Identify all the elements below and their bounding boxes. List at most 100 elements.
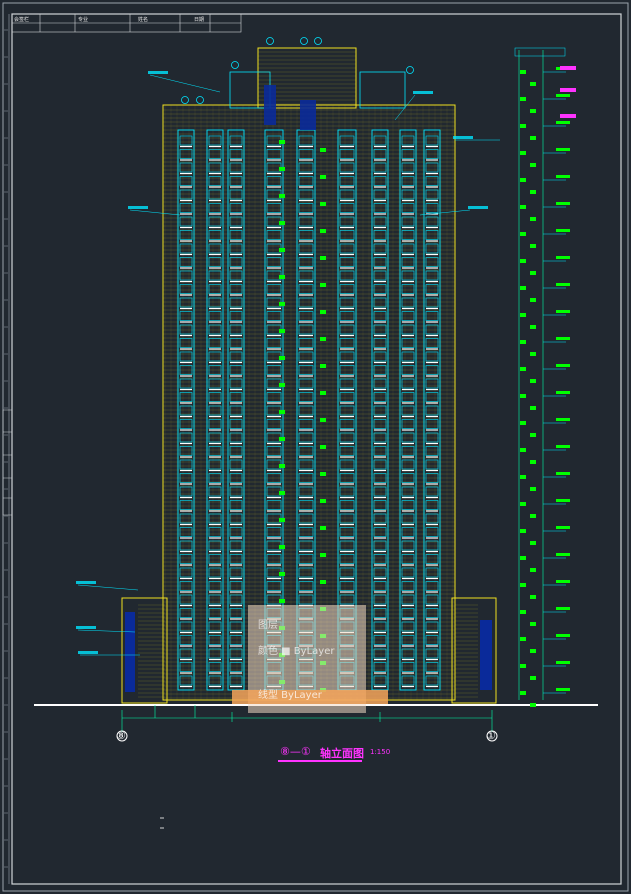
- window-pane: [229, 419, 243, 429]
- window-pane: [339, 324, 355, 335]
- elevation-marker: [530, 109, 536, 113]
- floor-marker: [279, 518, 285, 522]
- window-pane: [208, 405, 222, 416]
- title-underline: [278, 760, 362, 762]
- elevation-marker: [520, 259, 526, 263]
- window-pane: [298, 567, 314, 578]
- annotation-text-mark: [78, 651, 98, 654]
- elevation-marker: [520, 421, 526, 425]
- window-pane: [339, 392, 355, 402]
- window-pane: [229, 297, 243, 308]
- window-pane: [425, 662, 439, 672]
- window-pane: [298, 378, 314, 389]
- window-pane: [339, 243, 355, 254]
- window-pane: [373, 419, 387, 429]
- window-pane: [425, 162, 439, 173]
- window-pane: [425, 392, 439, 402]
- window-pane: [208, 135, 222, 146]
- elevation-value-mark: [556, 580, 570, 583]
- elevation-value-mark: [556, 337, 570, 340]
- window-pane: [208, 608, 222, 618]
- window-pane: [425, 608, 439, 618]
- window-pane: [229, 176, 243, 186]
- elevation-value-mark: [556, 310, 570, 313]
- window-pane: [425, 230, 439, 240]
- window-pane: [208, 419, 222, 429]
- window-pane: [373, 459, 387, 470]
- window-pane: [208, 284, 222, 294]
- window-pane: [229, 608, 243, 618]
- window-pane: [298, 351, 314, 362]
- window-pane: [208, 432, 222, 443]
- window-pane: [208, 189, 222, 200]
- window-pane: [229, 162, 243, 173]
- window-pane: [179, 324, 193, 335]
- glazing-panel: [300, 100, 316, 130]
- elevation-marker: [520, 286, 526, 290]
- window-pane: [425, 176, 439, 186]
- annotation-leader: [149, 74, 221, 93]
- window-pane: [229, 378, 243, 389]
- window-pane: [229, 230, 243, 240]
- window-pane: [339, 419, 355, 429]
- window-pane: [298, 203, 314, 213]
- window-pane: [373, 554, 387, 564]
- window-pane: [208, 527, 222, 537]
- window-pane: [401, 351, 415, 362]
- window-pane: [179, 230, 193, 240]
- window-pane: [401, 540, 415, 551]
- floor-marker: [320, 418, 326, 422]
- window-pane: [179, 297, 193, 308]
- elevation-marker: [520, 610, 526, 614]
- window-pane: [208, 378, 222, 389]
- window-pane: [208, 635, 222, 645]
- window-pane: [229, 311, 243, 321]
- window-pane: [179, 392, 193, 402]
- floor-marker: [320, 148, 326, 152]
- window-pane: [373, 176, 387, 186]
- window-pane: [373, 243, 387, 254]
- window-pane: [373, 162, 387, 173]
- window-pane: [179, 189, 193, 200]
- window-pane: [425, 621, 439, 632]
- elevation-value-mark: [556, 175, 570, 178]
- elevation-marker: [520, 502, 526, 506]
- elevation-marker: [530, 595, 536, 599]
- elevation-marker: [520, 394, 526, 398]
- window-pane: [229, 594, 243, 605]
- elevation-value-mark: [556, 256, 570, 259]
- window-pane: [339, 351, 355, 362]
- window-pane: [401, 486, 415, 497]
- window-pane: [339, 189, 355, 200]
- elevation-marker: [530, 703, 536, 707]
- window-pane: [179, 176, 193, 186]
- axis-label-left: ⑧: [116, 729, 126, 742]
- window-pane: [373, 392, 387, 402]
- window-pane: [298, 527, 314, 537]
- window-pane: [401, 378, 415, 389]
- elevation-marker: [520, 151, 526, 155]
- window-pane: [373, 527, 387, 537]
- window-pane: [208, 500, 222, 510]
- window-pane: [298, 405, 314, 416]
- window-pane: [339, 594, 355, 605]
- window-pane: [229, 203, 243, 213]
- floor-marker: [320, 553, 326, 557]
- window-pane: [179, 648, 193, 659]
- floor-marker: [320, 310, 326, 314]
- signoff-cell: 姓名: [138, 17, 149, 23]
- level-symbol: [300, 37, 308, 45]
- floor-marker: [279, 248, 285, 252]
- window-pane: [179, 486, 193, 497]
- window-pane: [401, 527, 415, 537]
- annotation-leader: [129, 209, 181, 216]
- window-pane: [373, 338, 387, 348]
- window-pane: [298, 500, 314, 510]
- floor-marker: [320, 472, 326, 476]
- window-pane: [401, 203, 415, 213]
- window-pane: [229, 135, 243, 146]
- window-pane: [298, 324, 314, 335]
- window-pane: [373, 446, 387, 456]
- window-pane: [208, 216, 222, 227]
- window-pane: [298, 540, 314, 551]
